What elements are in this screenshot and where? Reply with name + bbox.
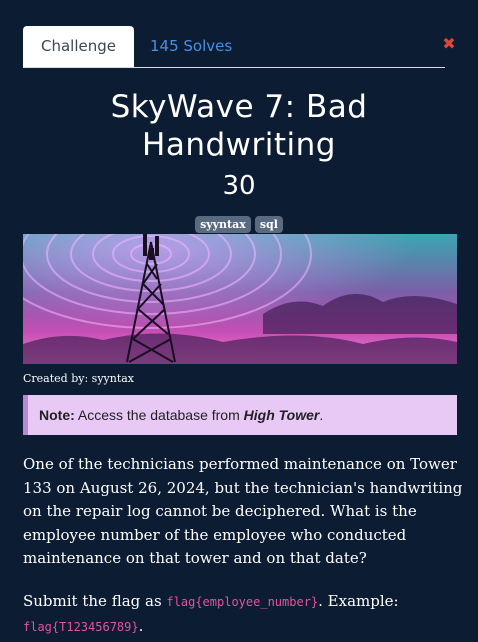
submit-prefix: Submit the flag as [23, 592, 167, 610]
close-icon[interactable]: ✖ [441, 36, 457, 52]
flag-format: flag{employee_number} [166, 595, 319, 609]
tab-challenge[interactable]: Challenge [23, 26, 134, 67]
tab-bar: Challenge 145 Solves [23, 26, 445, 68]
challenge-author: Created by: syyntax [23, 372, 135, 385]
tag-sql: sql [254, 216, 283, 233]
submit-suffix: . [138, 617, 144, 635]
submit-instructions: Submit the flag as flag{employee_number}… [23, 589, 463, 639]
challenge-banner-image [23, 234, 457, 364]
tag-list: syyntax sql [0, 216, 478, 233]
note-text-end: . [319, 407, 324, 423]
note-label: Note: [39, 407, 75, 423]
challenge-description: One of the technicians performed mainten… [23, 455, 463, 567]
challenge-points: 30 [222, 171, 256, 201]
note-text: Access the database from [74, 407, 244, 423]
tag-syyntax: syyntax [195, 216, 251, 233]
submit-middle: . Example: [318, 592, 399, 610]
flag-example: flag{T123456789} [23, 620, 139, 634]
note-callout: Note: Access the database from High Towe… [23, 395, 457, 435]
note-location: High Tower [243, 407, 320, 423]
tab-solves[interactable]: 145 Solves [150, 26, 232, 67]
challenge-title: SkyWave 7: Bad Handwriting [110, 89, 368, 163]
